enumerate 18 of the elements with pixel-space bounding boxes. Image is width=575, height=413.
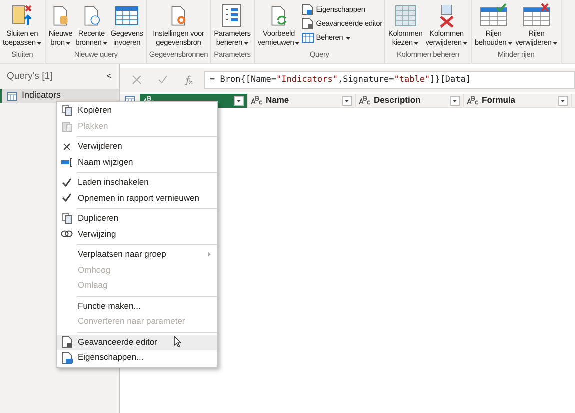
collapse-button[interactable]: < [106,70,112,84]
menu-item[interactable]: Functie maken... [57,298,217,314]
menu-item[interactable]: Opnemen in rapport vernieuwen [57,190,217,206]
column-header[interactable]: Description [356,94,464,108]
menu-item[interactable]: Dupliceren [57,211,217,226]
formula-field[interactable]: = Bron{[Name="Indicators",Signature="table"]}[Data] [204,71,575,89]
menu-item[interactable]: Verplaatsen naar groep [57,247,217,262]
query-item[interactable]: Indicators [0,89,119,103]
menu-item[interactable]: Kopiëren [57,103,217,118]
menu-item[interactable]: Geavanceerde editor [57,334,217,350]
menu-item[interactable]: Eigenschappen... [57,350,217,366]
menu-item[interactable]: Verwijzing [57,226,217,242]
column-header[interactable]: Formula [464,94,572,108]
pane-title: Query's [1] [7,70,53,84]
menu-item[interactable]: Naam wijzigen [57,154,217,170]
menu-item[interactable]: Verwijderen [57,139,217,154]
column-header[interactable]: Name [248,94,356,108]
menu-item[interactable]: Laden inschakelen [57,175,217,190]
